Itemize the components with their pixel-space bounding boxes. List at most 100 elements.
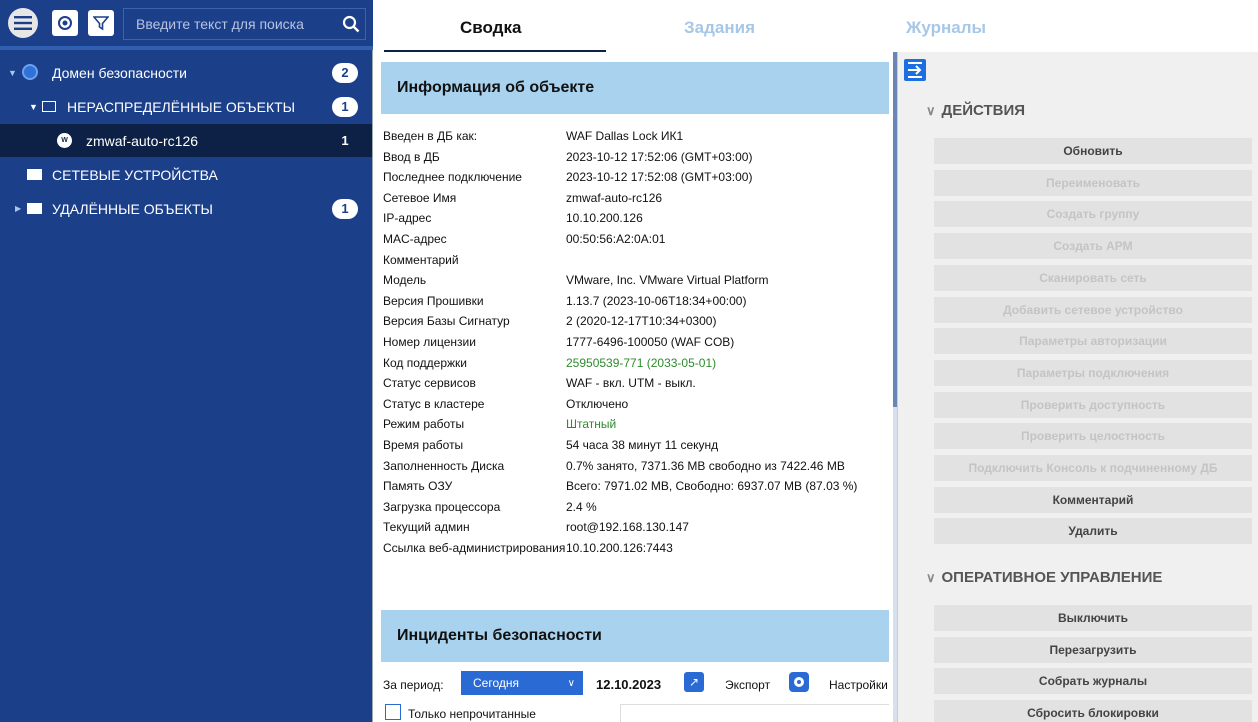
info-key: Ссылка веб-администрирования xyxy=(383,541,566,555)
export-button[interactable]: Экспорт xyxy=(725,678,770,692)
search-icon[interactable] xyxy=(337,15,365,33)
action-button[interactable]: Создать АРМ xyxy=(934,233,1252,260)
expand-arrow-icon[interactable]: ▶ xyxy=(15,204,21,213)
count-badge: 2 xyxy=(332,62,358,83)
info-value: 1777-6496-100050 (WAF COB) xyxy=(566,335,735,349)
action-button[interactable]: Параметры авторизации xyxy=(934,328,1252,355)
info-key: Статус в кластере xyxy=(383,396,485,411)
tab-tasks[interactable]: Задания xyxy=(684,18,755,38)
ops-button[interactable]: Перезагрузить xyxy=(934,636,1252,663)
info-value: 10.10.200.126:7443 xyxy=(566,541,673,555)
chevron-down-icon: ∨ xyxy=(567,677,575,689)
action-button[interactable]: Удалить xyxy=(934,518,1252,545)
tab-bar: Сводка Задания Журналы xyxy=(374,0,1258,52)
count-badge: 1 xyxy=(332,198,358,219)
summary-panel: Информация об объекте Введен в ДБ как: WA… xyxy=(374,52,893,722)
tab-logs[interactable]: Журналы xyxy=(906,18,986,38)
action-button[interactable]: Обновить xyxy=(934,138,1252,164)
info-key: Текущий админ xyxy=(383,520,470,535)
info-value: 2.4 % xyxy=(566,499,597,514)
info-key: Модель xyxy=(383,273,427,288)
info-value: 1.13.7 (2023-10-06T18:34+00:00) xyxy=(566,293,747,308)
info-value: 2023-10-12 17:52:08 (GMT+03:00) xyxy=(566,170,753,185)
action-button[interactable]: Комментарий xyxy=(934,486,1252,513)
count-badge: 1 xyxy=(332,96,358,117)
info-value: Всего: 7971.02 MB, Свободно: 6937.07 MB … xyxy=(566,479,858,494)
tree-item-unassigned[interactable]: ▼ НЕРАСПРЕДЕЛЁННЫЕ ОБЪЕКТЫ 1 xyxy=(0,90,372,123)
action-button[interactable]: Проверить доступность xyxy=(934,391,1252,418)
app-window: ▼ Домен безопасности 2 ▼ НЕРАСПРЕДЕЛЁННЫ… xyxy=(0,0,1258,722)
ops-button[interactable]: Выключить xyxy=(934,605,1252,631)
expand-arrow-icon[interactable]: ▼ xyxy=(8,68,17,78)
info-value: 00:50:56:A2:0A:01 xyxy=(566,232,666,246)
info-value: 54 часа 38 минут 11 секунд xyxy=(566,438,719,452)
action-button[interactable]: Создать группу xyxy=(934,201,1252,228)
period-select[interactable]: Сегодня ∨ xyxy=(461,671,583,695)
actions-group-title: ДЕЙСТВИЯ xyxy=(941,102,1026,119)
info-value: 2 (2020-12-17T10:34+0300) xyxy=(566,314,717,329)
info-key: Код поддержки xyxy=(383,355,467,370)
count-badge: 1 xyxy=(341,133,349,148)
actions-pane: ∨ ДЕЙСТВИЯ Обновить Переименовать Создать … xyxy=(897,52,1258,722)
info-key: Время работы xyxy=(383,438,464,452)
info-key: Сетевое Имя xyxy=(383,190,457,205)
menu-icon[interactable] xyxy=(8,8,38,38)
info-key: Статус сервисов xyxy=(383,376,476,391)
action-button[interactable]: Проверить целостность xyxy=(934,423,1252,450)
info-key: Комментарий xyxy=(383,252,459,267)
tree-item-zmwaf[interactable]: W zmwaf-auto-rc126 1 xyxy=(0,124,372,157)
unread-checkbox[interactable] xyxy=(385,704,401,720)
settings-gear-icon[interactable] xyxy=(789,672,809,692)
action-button[interactable]: Параметры подключения xyxy=(934,359,1252,386)
eye-icon[interactable] xyxy=(52,10,78,36)
tab-summary[interactable]: Сводка xyxy=(460,18,521,38)
action-button[interactable]: Сканировать сеть xyxy=(934,264,1252,291)
tree-item-label: НЕРАСПРЕДЕЛЁННЫЕ ОБЪЕКТЫ xyxy=(67,98,296,115)
action-button[interactable]: Подключить Консоль к подчиненному ДБ xyxy=(934,455,1252,481)
ops-button[interactable]: Собрать журналы xyxy=(934,668,1252,695)
tree-item-label: УДАЛЁННЫЕ ОБЪЕКТЫ xyxy=(52,200,213,217)
domain-icon xyxy=(22,64,38,80)
action-button[interactable]: Добавить сетевое устройство xyxy=(934,296,1252,323)
info-key: Загрузка процессора xyxy=(383,499,501,514)
tree-item-network-devices[interactable]: СЕТЕВЫЕ УСТРОЙСТВА xyxy=(0,158,372,191)
tree-item-domain[interactable]: ▼ Домен безопасности 2 xyxy=(0,56,372,89)
tree-item-label: Домен безопасности xyxy=(52,64,187,81)
info-key: Заполненность Диска xyxy=(383,458,505,473)
waf-device-icon: W xyxy=(57,133,72,148)
export-icon[interactable]: ↗ xyxy=(684,672,704,692)
tree-item-deleted[interactable]: ▶ УДАЛЁННЫЕ ОБЪЕКТЫ 1 xyxy=(0,192,372,225)
expand-arrow-icon[interactable]: ▼ xyxy=(29,102,38,112)
info-key: Режим работы xyxy=(383,417,465,432)
ops-group-header[interactable]: ∨ ОПЕРАТИВНОЕ УПРАВЛЕНИЕ xyxy=(926,569,1162,586)
action-button[interactable]: Переименовать xyxy=(934,169,1252,196)
search-input[interactable] xyxy=(124,16,337,32)
info-value: WAF - вкл. UTM - выкл. xyxy=(566,376,696,391)
incidents-date: 12.10.2023 xyxy=(596,677,662,692)
tree-item-label: СЕТЕВЫЕ УСТРОЙСТВА xyxy=(52,166,218,183)
unread-checkbox-label: Только непрочитанные xyxy=(408,707,536,721)
info-key: Память ОЗУ xyxy=(383,479,453,494)
chevron-down-icon: ∨ xyxy=(926,569,936,585)
filter-icon[interactable] xyxy=(88,10,114,36)
info-value: root@192.168.130.147 xyxy=(566,520,689,535)
info-key: Версия Прошивки xyxy=(383,293,484,308)
period-label: За период: xyxy=(383,678,444,692)
info-value: zmwaf-auto-rc126 xyxy=(566,190,663,205)
info-value: 10.10.200.126 xyxy=(566,211,643,226)
tree-item-label: zmwaf-auto-rc126 xyxy=(86,132,199,149)
folder-outline-icon xyxy=(42,101,56,112)
ops-button[interactable]: Сбросить блокировки xyxy=(934,700,1252,722)
info-key: IP-адрес xyxy=(383,211,432,226)
object-tree-pane: ▼ Домен безопасности 2 ▼ НЕРАСПРЕДЕЛЁННЫ… xyxy=(0,0,373,722)
info-key: Версия Базы Сигнатур xyxy=(383,314,510,329)
info-value: 25950539-771 (2033-05-01) xyxy=(566,355,717,370)
chevron-down-icon: ∨ xyxy=(926,102,936,118)
tree-toolbar xyxy=(0,0,373,50)
actions-group-header[interactable]: ∨ ДЕЙСТВИЯ xyxy=(926,102,1025,119)
collapse-panel-icon[interactable] xyxy=(904,59,926,81)
info-value: WAF Dallas Lock ИК1 xyxy=(566,129,684,143)
settings-button[interactable]: Настройки xyxy=(829,678,888,692)
incidents-list xyxy=(620,704,889,722)
folder-icon xyxy=(27,203,42,214)
